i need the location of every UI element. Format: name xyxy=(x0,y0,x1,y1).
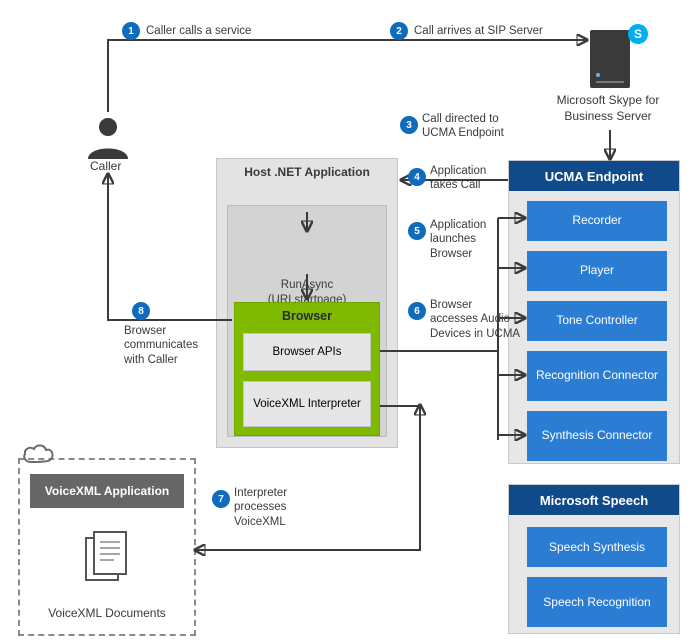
host-application-title: Host .NET Application xyxy=(217,165,397,181)
speech-synthesis-item: Speech Synthesis xyxy=(527,527,667,567)
voicexml-application-title: VoiceXML Application xyxy=(30,474,184,508)
step-label-6: Browser accesses Audio Devices in UCMA xyxy=(430,298,523,341)
voicexml-documents-label: VoiceXML Documents xyxy=(20,606,194,622)
ucma-endpoint-box: UCMA Endpoint Recorder Player Tone Contr… xyxy=(508,160,680,464)
step-label-5: Application launches Browser xyxy=(430,218,510,261)
server-icon xyxy=(590,30,630,88)
step-badge-7: 7 xyxy=(212,490,230,508)
cloud-icon xyxy=(22,442,56,469)
step-label-7: Interpreter processes VoiceXML xyxy=(234,486,314,529)
skype-icon: S xyxy=(628,24,648,44)
browser-title: Browser xyxy=(235,309,379,323)
caller-label: Caller xyxy=(90,159,121,173)
ucma-item-player: Player xyxy=(527,251,667,291)
step-badge-6: 6 xyxy=(408,302,426,320)
browser-apis-box: Browser APIs xyxy=(243,333,371,371)
speech-recognition-item: Speech Recognition xyxy=(527,577,667,627)
documents-icon xyxy=(84,528,134,589)
step-label-8: Browser communicates with Caller xyxy=(124,324,216,367)
ucma-item-recognition-connector: Recognition Connector xyxy=(527,351,667,401)
step-label-4: Application takes Call xyxy=(430,164,510,193)
step-label-3: Call directed to UCMA Endpoint xyxy=(422,112,532,141)
ucma-item-tone-controller: Tone Controller xyxy=(527,301,667,341)
step-badge-1: 1 xyxy=(122,22,140,40)
voicexml-interpreter-box: VoiceXML Interpreter xyxy=(243,381,371,427)
step-label-2: Call arrives at SIP Server xyxy=(414,24,543,38)
voicexml-application-box: VoiceXML Application VoiceXML Documents xyxy=(18,458,196,636)
ucma-header: UCMA Endpoint xyxy=(509,161,679,191)
server-label: Microsoft Skype for Business Server xyxy=(543,93,673,124)
step-badge-2: 2 xyxy=(390,22,408,40)
step-badge-4: 4 xyxy=(408,168,426,186)
step-badge-3: 3 xyxy=(400,116,418,134)
step-badge-5: 5 xyxy=(408,222,426,240)
microsoft-speech-box: Microsoft Speech Speech Synthesis Speech… xyxy=(508,484,680,634)
ucma-item-recorder: Recorder xyxy=(527,201,667,241)
microsoft-speech-header: Microsoft Speech xyxy=(509,485,679,515)
browser-box: Browser Browser APIs VoiceXML Interprete… xyxy=(234,302,380,436)
ucma-item-synthesis-connector: Synthesis Connector xyxy=(527,411,667,461)
caller-icon xyxy=(85,115,131,159)
step-label-1: Caller calls a service xyxy=(146,24,251,38)
step-badge-8: 8 xyxy=(132,302,150,320)
